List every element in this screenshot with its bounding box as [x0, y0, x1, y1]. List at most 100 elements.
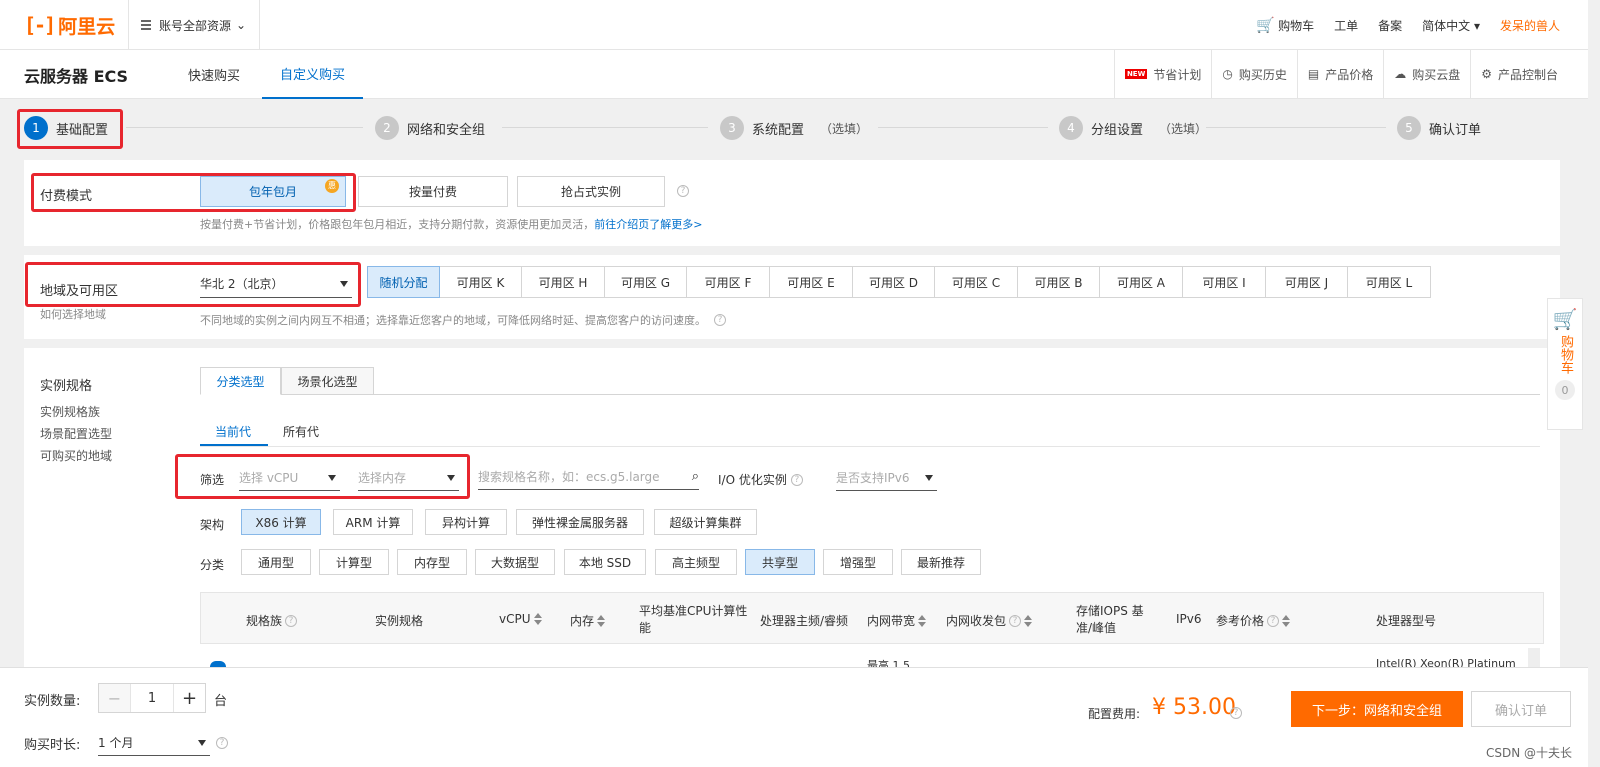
- step-2[interactable]: 2 网络和安全组: [375, 116, 485, 140]
- col-processor: 处理器型号: [1376, 614, 1437, 628]
- sort-icon[interactable]: [1282, 614, 1291, 627]
- caret-down-icon: [925, 474, 933, 481]
- zone-d[interactable]: 可用区 D: [853, 266, 935, 298]
- gen-current[interactable]: 当前代: [215, 423, 251, 440]
- arch-arm[interactable]: ARM 计算: [333, 509, 413, 535]
- scenario-link[interactable]: 场景配置选型: [40, 425, 112, 442]
- duration-select[interactable]: 1 个月: [98, 730, 210, 756]
- zone-f[interactable]: 可用区 F: [687, 266, 770, 298]
- cat-shared[interactable]: 共享型: [745, 549, 815, 575]
- cat-memory[interactable]: 内存型: [397, 549, 467, 575]
- arch-bare-metal[interactable]: 弹性裸金属服务器: [516, 509, 644, 535]
- arch-heterogeneous[interactable]: 异构计算: [425, 509, 507, 535]
- billing-pay-as-you-go[interactable]: 按量付费: [358, 176, 508, 207]
- search-icon[interactable]: ⌕: [692, 469, 699, 484]
- product-tools: NEW 节省计划 ◷ 购买历史 ▤ 产品价格 ☁ 购买云盘 ⚙ 产品控制台: [1113, 50, 1568, 98]
- page-scrollbar[interactable]: [1588, 0, 1600, 767]
- help-icon[interactable]: ?: [216, 737, 228, 749]
- cart-count: 0: [1555, 380, 1575, 400]
- instance-label: 实例规格: [40, 379, 93, 394]
- cat-local-ssd[interactable]: 本地 SSD: [564, 549, 646, 575]
- aliyun-logo[interactable]: [-] 阿里云: [24, 12, 115, 38]
- help-icon[interactable]: ?: [1230, 707, 1242, 719]
- zone-g[interactable]: 可用区 G: [605, 266, 687, 298]
- zone-a[interactable]: 可用区 A: [1100, 266, 1183, 298]
- tab-scenario-select[interactable]: 场景化选型: [281, 367, 374, 395]
- instance-family-link[interactable]: 实例规格族: [40, 403, 100, 420]
- top-nav: 🛒 购物车 工单 备案 简体中文 ▾ 发呆的兽人: [1256, 0, 1560, 50]
- col-vcpu[interactable]: vCPU: [499, 612, 542, 626]
- ipv6-select[interactable]: 是否支持IPv6: [836, 465, 937, 491]
- caret-down-icon: [198, 739, 206, 746]
- zone-b[interactable]: 可用区 B: [1018, 266, 1100, 298]
- sort-icon[interactable]: [1024, 614, 1033, 627]
- zone-k[interactable]: 可用区 K: [440, 266, 522, 298]
- tab-category-select[interactable]: 分类选型: [200, 367, 281, 395]
- col-family[interactable]: 规格族?: [246, 612, 298, 629]
- cat-enhanced[interactable]: 增强型: [823, 549, 893, 575]
- cat-bigdata[interactable]: 大数据型: [475, 549, 555, 575]
- tab-custom-buy[interactable]: 自定义购买: [262, 50, 364, 99]
- region-help-link[interactable]: 如何选择地域: [40, 306, 106, 322]
- zone-j[interactable]: 可用区 J: [1266, 266, 1348, 298]
- col-bandwidth[interactable]: 内网带宽: [867, 612, 927, 629]
- col-memory[interactable]: 内存: [570, 612, 606, 629]
- zone-e[interactable]: 可用区 E: [770, 266, 853, 298]
- quantity-input[interactable]: 1: [131, 684, 173, 712]
- step-5[interactable]: 5 确认订单: [1397, 116, 1481, 140]
- tab-divider: [200, 394, 1540, 395]
- zone-i[interactable]: 可用区 I: [1183, 266, 1266, 298]
- gen-all[interactable]: 所有代: [283, 423, 319, 440]
- zone-l[interactable]: 可用区 L: [1348, 266, 1431, 298]
- arch-supercomputing[interactable]: 超级计算集群: [654, 509, 757, 535]
- tool-buy-disk[interactable]: ☁ 购买云盘: [1383, 50, 1470, 98]
- cost-label: 配置费用:: [1088, 707, 1141, 721]
- tool-purchase-history[interactable]: ◷ 购买历史: [1211, 50, 1297, 98]
- next-step-button[interactable]: 下一步：网络和安全组: [1291, 691, 1463, 727]
- help-icon[interactable]: ?: [714, 314, 726, 326]
- help-icon[interactable]: ?: [1009, 614, 1022, 627]
- cat-high-freq[interactable]: 高主频型: [655, 549, 737, 575]
- step-3[interactable]: 3 系统配置 （选填）: [720, 116, 868, 140]
- minus-button[interactable]: −: [99, 684, 131, 712]
- regions-link[interactable]: 可购买的地域: [40, 447, 112, 464]
- account-scope-dropdown[interactable]: 账号全部资源 ⌄: [128, 0, 260, 50]
- step-indicator: 1 基础配置 2 网络和安全组 3 系统配置 （选填） 4 分组设置 （选填） 5 确认订单: [0, 100, 1560, 156]
- sort-icon[interactable]: [533, 613, 542, 625]
- qty-label: 实例数量:: [24, 694, 81, 709]
- sort-icon[interactable]: [918, 614, 927, 627]
- tab-quick-buy[interactable]: 快速购买: [188, 50, 240, 99]
- spec-search-input[interactable]: 搜索规格名称，如：ecs.g5.large ⌕: [478, 464, 699, 490]
- zone-h[interactable]: 可用区 H: [522, 266, 605, 298]
- table-scrollbar[interactable]: [1528, 648, 1540, 667]
- help-icon[interactable]: ?: [790, 473, 803, 486]
- step-4[interactable]: 4 分组设置 （选填）: [1059, 116, 1207, 140]
- tool-console[interactable]: ⚙ 产品控制台: [1470, 50, 1568, 98]
- tool-product-price[interactable]: ▤ 产品价格: [1296, 50, 1383, 98]
- tool-savings-plan[interactable]: NEW 节省计划: [1113, 50, 1211, 98]
- zone-random[interactable]: 随机分配: [367, 266, 440, 298]
- zone-c[interactable]: 可用区 C: [935, 266, 1018, 298]
- col-pps[interactable]: 内网收发包?: [946, 612, 1033, 629]
- billing-spot[interactable]: 抢占式实例: [517, 176, 665, 207]
- floating-cart[interactable]: 🛒 购物车 0: [1547, 298, 1583, 430]
- user-name[interactable]: 发呆的兽人: [1500, 17, 1560, 34]
- confirm-order-button[interactable]: 确认订单: [1471, 691, 1571, 727]
- gear-icon: ⚙: [1481, 67, 1492, 81]
- sort-icon[interactable]: [597, 614, 606, 627]
- language-dropdown[interactable]: 简体中文 ▾: [1422, 17, 1480, 34]
- quantity-stepper[interactable]: − 1 +: [98, 683, 206, 713]
- nav-cart[interactable]: 🛒 购物车: [1256, 16, 1314, 34]
- col-price[interactable]: 参考价格?: [1216, 612, 1291, 629]
- billing-more-link[interactable]: 前往介绍页了解更多>: [594, 218, 702, 231]
- help-icon[interactable]: ?: [1267, 614, 1280, 627]
- nav-filing[interactable]: 备案: [1378, 17, 1402, 34]
- arch-x86[interactable]: X86 计算: [241, 509, 321, 535]
- cat-latest[interactable]: 最新推荐: [901, 549, 981, 575]
- help-icon[interactable]: ?: [677, 185, 689, 197]
- cat-general[interactable]: 通用型: [241, 549, 311, 575]
- help-icon[interactable]: ?: [285, 614, 298, 627]
- plus-button[interactable]: +: [173, 684, 205, 712]
- cat-compute[interactable]: 计算型: [319, 549, 389, 575]
- nav-ticket[interactable]: 工单: [1334, 17, 1358, 34]
